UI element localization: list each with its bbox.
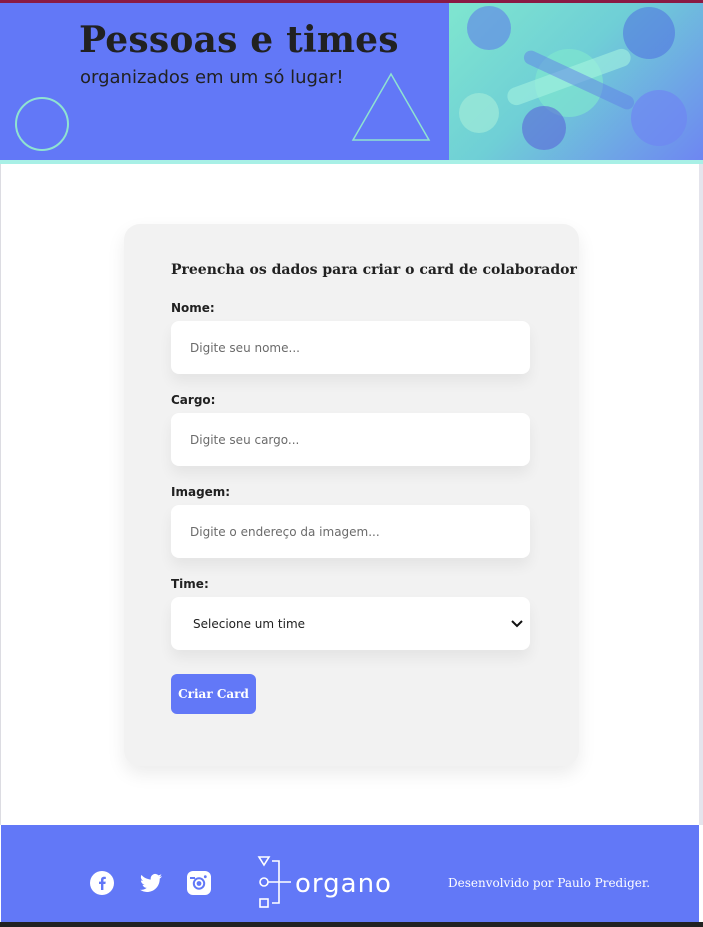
facebook-icon[interactable] xyxy=(90,871,114,895)
team-hands-photo xyxy=(449,3,703,160)
organo-logo: organo xyxy=(257,855,407,911)
cargo-placeholder: Digite seu cargo... xyxy=(190,432,300,447)
cargo-input[interactable]: Digite seu cargo... xyxy=(171,413,530,466)
circle-decoration xyxy=(15,97,69,151)
image-input[interactable]: Digite o endereço da imagem... xyxy=(171,505,530,558)
cargo-label: Cargo: xyxy=(171,393,216,407)
instagram-icon[interactable] xyxy=(187,871,211,895)
left-edge xyxy=(0,164,1,825)
scrollbar[interactable] xyxy=(699,164,703,825)
footer: organo Desenvolvido por Paulo Prediger. xyxy=(1,825,699,922)
banner: Pessoas e times organizados em um só lug… xyxy=(0,3,703,160)
twitter-icon[interactable] xyxy=(139,871,163,895)
footer-credit: Desenvolvido por Paulo Prediger. xyxy=(448,876,651,890)
form-card: Preencha os dados para criar o card de c… xyxy=(124,224,579,766)
team-select[interactable]: Selecione um time xyxy=(171,597,530,650)
image-label: Imagem: xyxy=(171,485,231,499)
banner-title: Pessoas e times xyxy=(79,19,399,61)
name-placeholder: Digite seu nome... xyxy=(190,340,300,355)
logo-text: organo xyxy=(295,869,392,899)
team-label: Time: xyxy=(171,577,209,591)
banner-stripe xyxy=(0,160,703,164)
triangle-decoration xyxy=(351,72,431,141)
banner-subtitle: organizados em um só lugar! xyxy=(80,67,344,88)
create-card-button[interactable]: Criar Card xyxy=(171,674,256,714)
team-select-value: Selecione um time xyxy=(193,616,306,631)
bottom-bar xyxy=(0,922,703,927)
image-placeholder: Digite o endereço da imagem... xyxy=(190,524,380,539)
form-heading: Preencha os dados para criar o card de c… xyxy=(171,262,577,278)
chevron-down-icon xyxy=(510,617,524,631)
name-input[interactable]: Digite seu nome... xyxy=(171,321,530,374)
logo-mark-icon xyxy=(257,856,291,908)
name-label: Nome: xyxy=(171,301,215,315)
